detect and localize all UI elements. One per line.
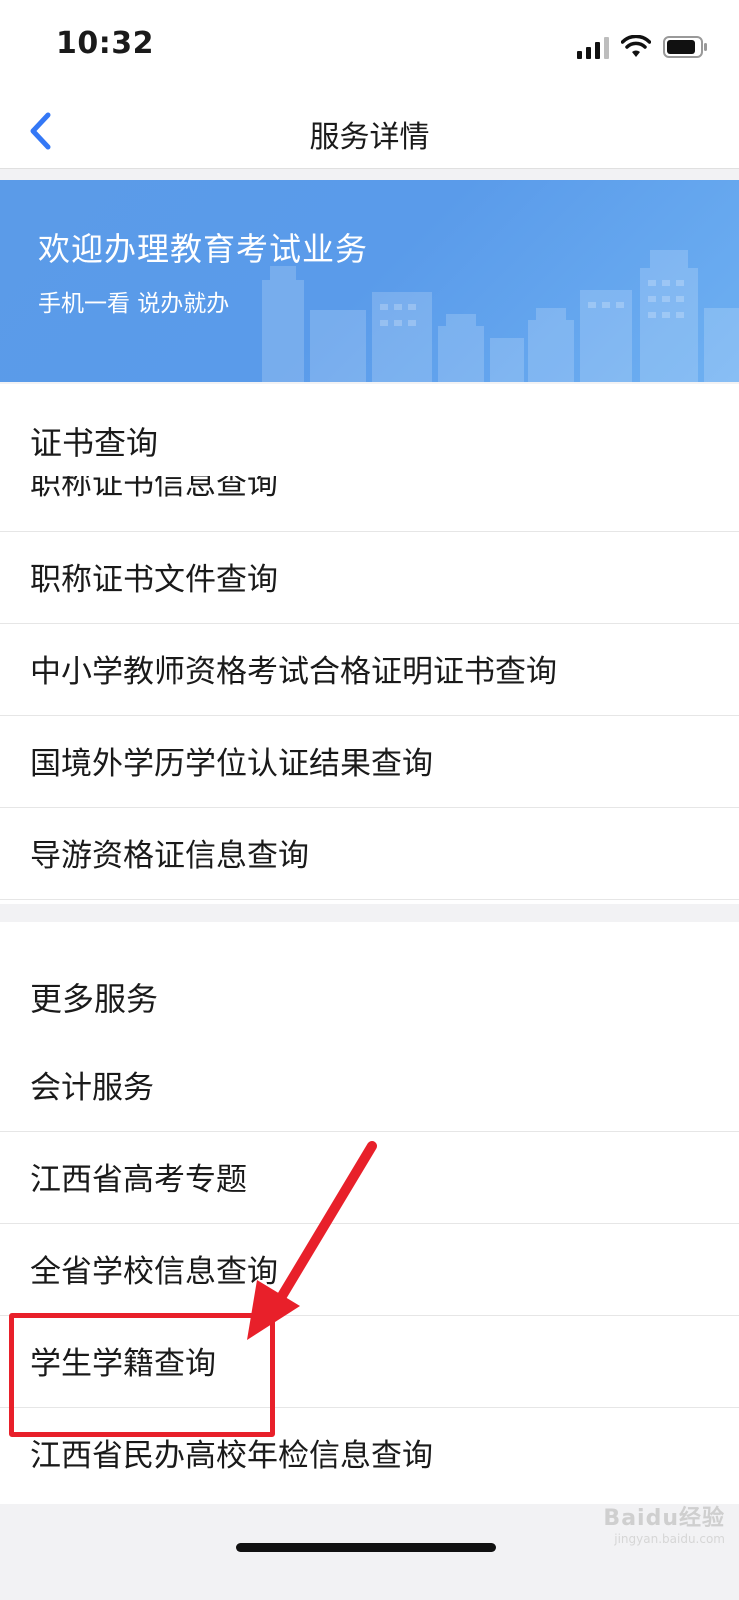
list-item[interactable]: 江西省民办高校年检信息查询 — [0, 1408, 739, 1500]
page-title: 服务详情 — [309, 120, 430, 155]
promo-banner: 欢迎办理教育考试业务 手机一看 说办就办 — [0, 180, 739, 382]
list-item-label: 职称证书文件查询 — [30, 562, 278, 598]
battery-icon — [663, 36, 707, 58]
cellular-signal-icon — [577, 35, 609, 59]
list-item-label: 江西省高考专题 — [30, 1162, 247, 1198]
list-item[interactable]: 全省学校信息查询 — [0, 1224, 739, 1316]
section-heading-more-services: 更多服务 — [30, 980, 159, 1018]
list-item[interactable]: 江西省高考专题 — [0, 1132, 739, 1224]
list-item-label: 会计服务 — [30, 1070, 154, 1106]
watermark-brand: Baidu经验 — [603, 1506, 725, 1531]
more-services-section: 更多服务 会计服务 江西省高考专题 全省学校信息查询 学生学籍查询 江西省民办高… — [0, 922, 739, 1504]
banner-subtitle: 手机一看 说办就办 — [38, 291, 230, 317]
list-item-label: 职称证书信息查询 — [30, 476, 278, 502]
navigation-bar: 服务详情 — [0, 94, 739, 169]
baidu-watermark: Baidu经验 jingyan.baidu.com — [603, 1500, 725, 1546]
list-item-label: 中小学教师资格考试合格证明证书查询 — [30, 654, 557, 690]
list-item-label: 国境外学历学位认证结果查询 — [30, 746, 433, 782]
list-item[interactable]: 中小学教师资格考试合格证明证书查询 — [0, 624, 739, 716]
list-item-label: 学生学籍查询 — [30, 1346, 216, 1382]
list-item-label: 导游资格证信息查询 — [30, 838, 309, 874]
list-item[interactable]: 会计服务 — [0, 1040, 739, 1132]
list-item[interactable]: 国境外学历学位认证结果查询 — [0, 716, 739, 808]
city-skyline-illustration — [262, 250, 739, 382]
status-icons — [577, 32, 709, 62]
certificate-query-section: 证书查询 职称证书信息查询 职称证书文件查询 中小学教师资格考试合格证明证书查询… — [0, 384, 739, 904]
list-item-student-status[interactable]: 学生学籍查询 — [0, 1316, 739, 1408]
list-item-label: 江西省民办高校年检信息查询 — [30, 1438, 433, 1474]
list-item[interactable]: 导游资格证信息查询 — [0, 808, 739, 900]
status-bar: 10:32 — [0, 0, 739, 94]
banner-title: 欢迎办理教育考试业务 — [38, 230, 369, 268]
home-indicator[interactable] — [236, 1543, 496, 1552]
list-item[interactable]: 职称证书文件查询 — [0, 532, 739, 624]
status-time: 10:32 — [56, 26, 154, 61]
watermark-domain: jingyan.baidu.com — [614, 1532, 725, 1546]
list-item[interactable]: 职称证书信息查询 — [0, 476, 739, 532]
section-heading-certificates: 证书查询 — [30, 424, 159, 462]
list-item-label: 全省学校信息查询 — [30, 1254, 278, 1290]
wifi-icon — [621, 35, 651, 57]
